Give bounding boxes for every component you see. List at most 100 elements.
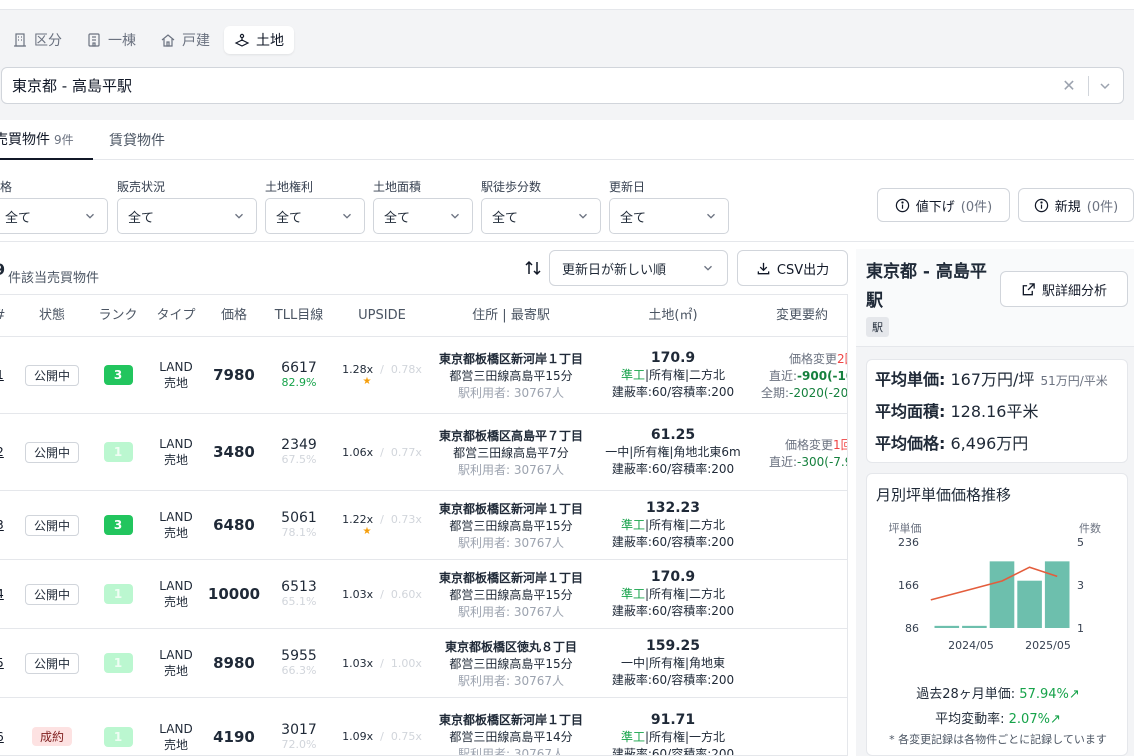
- averages-card: 平均単価: 167万円/坪 51万円/平米 平均面積: 128.16平米 平均価格…: [866, 359, 1128, 463]
- right-tick: 3: [1077, 579, 1084, 592]
- sort-icon[interactable]: [524, 259, 542, 277]
- col-price: 価格: [220, 308, 247, 323]
- tab-label: 戸建: [182, 33, 210, 49]
- left-tick: 236: [898, 536, 919, 549]
- tab-rent-label: 賃貸物件: [109, 133, 165, 149]
- coverage-ratio: 建蔽率:60/容積率:200: [611, 385, 735, 399]
- csv-export-button[interactable]: CSV出力: [737, 250, 848, 286]
- tab-sale-label: 売買物件: [0, 132, 50, 148]
- filter-select[interactable]: 全て: [609, 198, 729, 234]
- filter-select[interactable]: 全て: [0, 198, 108, 234]
- location-search[interactable]: 東京都 - 高島平駅 ✕: [1, 67, 1124, 104]
- land-area: 91.71: [650, 711, 696, 728]
- change-times: 2回: [837, 351, 847, 366]
- type-name: 売地: [163, 664, 188, 678]
- avg-price-label: 平均価格:: [875, 434, 946, 453]
- filter-value: 全て: [384, 210, 411, 226]
- type-name: 売地: [163, 737, 188, 752]
- download-icon: [757, 262, 770, 274]
- status-badge: 公開中: [24, 514, 79, 536]
- avg-unit-value: 167万円/坪: [950, 370, 1035, 389]
- trend-summary: 過去28ヶ月単価: 57.94%↗ 平均変動率: 2.07%↗ * 各変更記録は…: [867, 683, 1129, 747]
- station-users: 駅利用者: 30767人: [457, 535, 565, 550]
- row-number[interactable]: 2: [0, 445, 4, 459]
- status-badge: 公開中: [24, 441, 79, 463]
- price-trend-chart: 坪単価 件数 236 166 86 5 3 1 2024/05 2025/05: [889, 521, 1102, 650]
- station-summary-panel: 東京都 - 高島平駅 駅 駅詳細分析 平均単価: 167万円/坪 51万円/平米 …: [856, 249, 1134, 756]
- type-code: LAND: [159, 648, 193, 662]
- upside-ratio: 0.77x: [390, 445, 422, 459]
- use-zone: 準工: [620, 587, 645, 601]
- x-tick: 2025/05: [1025, 639, 1071, 650]
- chevron-down-icon[interactable]: [1097, 78, 1113, 94]
- price-down-count: (0件): [960, 199, 993, 215]
- tab-kodate[interactable]: 戸建: [150, 26, 220, 54]
- col-type: タイプ: [156, 308, 196, 323]
- land-rights: |所有権|一方北: [644, 729, 726, 744]
- row-number[interactable]: 3: [0, 518, 4, 532]
- table-row[interactable]: 3 公開中 3 LAND売地 6480 506178.1% 1.22x/0.73…: [0, 491, 847, 560]
- trend-up-icon: ↗: [1068, 687, 1080, 702]
- tab-label: 一棟: [108, 33, 136, 49]
- results-count: 9: [0, 260, 5, 279]
- nearest-station: 都営三田線高島平14分: [449, 730, 573, 744]
- row-number[interactable]: 4: [0, 587, 4, 601]
- station-users: 駅利用者: 30767人: [457, 604, 565, 619]
- new-label: 新規: [1054, 199, 1081, 215]
- right-tick: 5: [1077, 536, 1084, 549]
- coverage-ratio: 建蔽率:60/容積率:200: [611, 673, 735, 687]
- table-row[interactable]: 1 公開中 3 LAND売地 7980 661782.9% 1.28x/0.78…: [0, 337, 847, 414]
- tab-kubun[interactable]: 区分: [2, 26, 72, 54]
- filter-select[interactable]: 全て: [373, 198, 473, 234]
- land-rights: |所有権|二方北: [644, 518, 726, 532]
- tab-sale[interactable]: 売買物件 9件: [0, 120, 93, 160]
- chevron-down-icon: [707, 213, 715, 219]
- upside-ratio: 0.75x: [390, 730, 422, 743]
- station-detail-button[interactable]: 駅詳細分析: [1000, 271, 1128, 307]
- new-button[interactable]: 新規 (0件): [1018, 188, 1134, 222]
- table-row[interactable]: 4 公開中 1 LAND売地 10000 651365.1% 1.03x/0.6…: [0, 560, 847, 629]
- new-count: (0件): [1086, 199, 1119, 215]
- results-label: 件該当売買物件: [8, 271, 100, 286]
- rank-badge: 1: [103, 653, 133, 673]
- change-recent-label: 直近:: [769, 368, 798, 383]
- price-down-button[interactable]: 値下げ (0件): [877, 188, 1010, 222]
- table-row[interactable]: 2 公開中 1 LAND売地 3480 234967.5% 1.06x/0.77…: [0, 414, 847, 491]
- row-number[interactable]: 6: [0, 730, 4, 744]
- price-trend-card: 月別坪単価価格推移 坪単価 件数 236 166 86 5 3 1 2024/0…: [866, 473, 1128, 756]
- upside-value: 1.22x: [342, 513, 374, 526]
- filter-select[interactable]: 全て: [117, 198, 257, 234]
- use-zone: 準工: [620, 518, 645, 532]
- filter-label: 販売状況: [117, 180, 166, 194]
- col-rank: ランク: [98, 308, 138, 323]
- divider: [0, 241, 1134, 242]
- summary-28-months: 過去28ヶ月単価: 57.94%↗: [867, 683, 1129, 702]
- tab-rent[interactable]: 賃貸物件: [109, 120, 165, 160]
- summary1-value: 57.94%: [1019, 687, 1069, 702]
- tll-value: 2349: [281, 437, 317, 453]
- upside-value: 1.06x: [342, 445, 374, 459]
- price: 3480: [213, 443, 255, 461]
- rank-badge: 3: [103, 365, 133, 385]
- land-area: 170.9: [650, 569, 696, 585]
- row-number[interactable]: 1: [0, 368, 4, 382]
- type-code: LAND: [159, 721, 193, 736]
- table-row[interactable]: 6 成約 1 LAND売地 4190 301772.0% 1.09x/0.75x…: [0, 698, 847, 756]
- listing-panel: 売買物件 9件 賃貸物件 価格 全て 販売状況 全て 土地権利 全て 土地面積 …: [0, 120, 1134, 756]
- star-icon: ★: [362, 376, 372, 387]
- chevron-down-icon: [86, 213, 94, 219]
- type-name: 売地: [163, 376, 188, 390]
- filter-select[interactable]: 全て: [481, 198, 601, 234]
- avg-price-value: 6,496万円: [950, 434, 1029, 453]
- avg-unit-label: 平均単価:: [875, 370, 946, 389]
- filter-select[interactable]: 全て: [265, 198, 365, 234]
- tab-tochi[interactable]: 土地: [224, 26, 294, 54]
- table-row[interactable]: 5 公開中 1 LAND売地 8980 595566.3% 1.03x/1.00…: [0, 629, 847, 698]
- sort-select[interactable]: 更新日が新しい順: [549, 250, 728, 286]
- land-rights: |所有権|二方北: [644, 587, 726, 601]
- row-number[interactable]: 5: [0, 656, 4, 670]
- tab-ittou[interactable]: 一棟: [76, 26, 146, 54]
- clear-icon[interactable]: ✕: [1058, 76, 1080, 95]
- address: 東京都板橋区新河岸１丁目: [438, 713, 583, 727]
- coverage-ratio: 建蔽率:60/容積率:200: [611, 462, 735, 476]
